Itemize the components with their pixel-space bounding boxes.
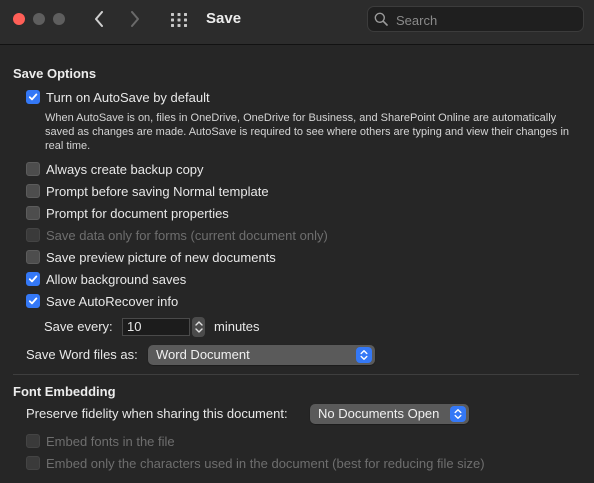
zoom-window-button[interactable] [53, 13, 65, 25]
save-every-input[interactable]: 10 [122, 318, 190, 336]
option-embed-used-characters: Embed only the characters used in the do… [26, 454, 485, 472]
fidelity-document-value: No Documents Open [318, 406, 440, 421]
option-label: Prompt for document properties [46, 205, 229, 221]
save-format-select[interactable]: Word Document [148, 345, 375, 365]
window-title: Save [206, 10, 242, 27]
section-divider [13, 374, 579, 375]
checkbox-disabled [26, 434, 40, 448]
checkmark-icon [28, 297, 38, 305]
checkbox-disabled [26, 456, 40, 470]
option-label: Prompt before saving Normal template [46, 183, 269, 199]
option-backup-copy[interactable]: Always create backup copy [26, 160, 204, 178]
option-save-data-forms: Save data only for forms (current docume… [26, 226, 328, 244]
autosave-checkbox[interactable] [26, 90, 40, 104]
option-label: Embed fonts in the file [46, 433, 175, 449]
checkbox[interactable] [26, 272, 40, 286]
option-background-saves[interactable]: Allow background saves [26, 270, 186, 288]
grid-icon [171, 13, 187, 27]
chevron-left-icon [95, 11, 103, 27]
checkbox[interactable] [26, 162, 40, 176]
checkbox-disabled [26, 228, 40, 242]
option-label: Allow background saves [46, 271, 187, 287]
checkmark-icon [28, 93, 38, 101]
option-label: Save AutoRecover info [46, 293, 179, 309]
checkbox[interactable] [26, 250, 40, 264]
back-button[interactable] [89, 8, 109, 30]
fidelity-document-select[interactable]: No Documents Open [310, 404, 469, 424]
minutes-label: minutes [214, 319, 260, 334]
font-embedding-heading: Font Embedding [13, 384, 116, 399]
checkbox[interactable] [26, 294, 40, 308]
close-window-button[interactable] [13, 13, 25, 25]
option-prompt-normal-template[interactable]: Prompt before saving Normal template [26, 182, 269, 200]
popup-arrows-icon [450, 406, 466, 422]
option-autorecover[interactable]: Save AutoRecover info [26, 292, 178, 310]
minimize-window-button[interactable] [33, 13, 45, 25]
save-every-stepper[interactable] [192, 317, 205, 337]
search-field[interactable] [367, 6, 584, 32]
checkmark-icon [28, 275, 38, 283]
save-every-label: Save every: [44, 319, 113, 334]
autosave-checkbox-row[interactable]: Turn on AutoSave by default [26, 88, 210, 106]
option-label: Embed only the characters used in the do… [46, 455, 485, 471]
popup-arrows-icon [356, 347, 372, 363]
checkbox[interactable] [26, 184, 40, 198]
save-options-heading: Save Options [13, 66, 97, 81]
option-label: Save preview picture of new documents [46, 249, 276, 265]
option-prompt-document-properties[interactable]: Prompt for document properties [26, 204, 229, 222]
fidelity-label: Preserve fidelity when sharing this docu… [26, 406, 288, 421]
option-label: Save data only for forms (current docume… [46, 227, 328, 243]
option-embed-fonts: Embed fonts in the file [26, 432, 175, 450]
forward-button[interactable] [125, 8, 145, 30]
option-label: Always create backup copy [46, 161, 204, 177]
search-icon [374, 12, 388, 26]
option-save-preview-picture[interactable]: Save preview picture of new documents [26, 248, 276, 266]
autosave-label: Turn on AutoSave by default [46, 89, 210, 105]
search-input[interactable] [394, 10, 578, 30]
stepper-arrows-icon [194, 321, 203, 333]
chevron-right-icon [131, 11, 139, 27]
show-all-button[interactable] [169, 10, 189, 30]
save-format-value: Word Document [156, 347, 250, 362]
checkbox[interactable] [26, 206, 40, 220]
autosave-description: When AutoSave is on, files in OneDrive, … [45, 112, 570, 152]
save-format-label: Save Word files as: [26, 347, 138, 362]
title-bar: Save [0, 0, 594, 45]
